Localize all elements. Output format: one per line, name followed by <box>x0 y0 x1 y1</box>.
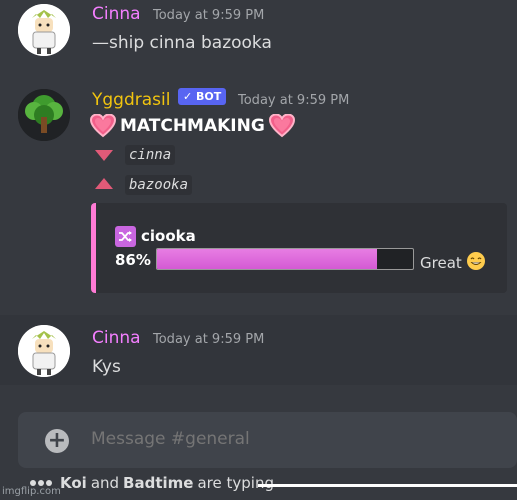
grinning-emoji-icon <box>466 251 486 275</box>
shuffle-icon <box>115 226 136 247</box>
message-composer: + <box>18 412 517 468</box>
message-text: Kys <box>92 357 121 377</box>
message-cinna-1: Cinna Today at 9:59 PM —ship cinna bazoo… <box>0 0 517 70</box>
avatar[interactable] <box>18 325 70 377</box>
compatibility-percent: 86% <box>115 251 151 269</box>
message-cinna-2: Cinna Today at 9:59 PM Kys <box>0 315 517 385</box>
typing-suffix: are typing <box>197 474 274 492</box>
heart-icon <box>268 113 295 138</box>
timestamp: Today at 9:59 PM <box>153 332 265 347</box>
heart-icon <box>89 113 117 138</box>
message-text: —ship cinna bazooka <box>92 33 272 53</box>
divider <box>258 484 517 487</box>
plus-circle-icon[interactable]: + <box>45 429 69 453</box>
rating-label: Great <box>420 254 462 272</box>
down-triangle-icon <box>95 150 113 161</box>
rating: Great <box>420 251 486 275</box>
typing-user: Koi <box>60 474 87 492</box>
author-name[interactable]: Yggdrasil <box>92 90 170 110</box>
typing-and: and <box>90 474 120 492</box>
compatibility-bar <box>156 248 414 270</box>
avatar[interactable] <box>18 4 70 56</box>
message-input[interactable] <box>91 429 471 449</box>
avatar[interactable] <box>18 89 70 141</box>
timestamp: Today at 9:59 PM <box>238 93 350 108</box>
matchmaking-title: MATCHMAKING <box>89 113 295 138</box>
matchmaking-label: MATCHMAKING <box>120 116 265 136</box>
watermark: imgflip.com <box>2 486 61 497</box>
bot-badge: ✓ BOT <box>178 88 227 105</box>
author-name[interactable]: Cinna <box>92 328 141 348</box>
up-triangle-icon <box>95 178 113 189</box>
up-name: bazooka <box>125 175 193 195</box>
typing-indicator: Koi and Badtime are typing <box>30 474 274 492</box>
compatibility-bar-fill <box>157 249 378 269</box>
ship-embed: ciooka 86% Great <box>91 203 507 293</box>
timestamp: Today at 9:59 PM <box>153 8 265 23</box>
author-name[interactable]: Cinna <box>92 4 141 24</box>
typing-user: Badtime <box>123 474 194 492</box>
down-name: cinna <box>125 145 176 165</box>
ship-name: ciooka <box>141 227 196 245</box>
